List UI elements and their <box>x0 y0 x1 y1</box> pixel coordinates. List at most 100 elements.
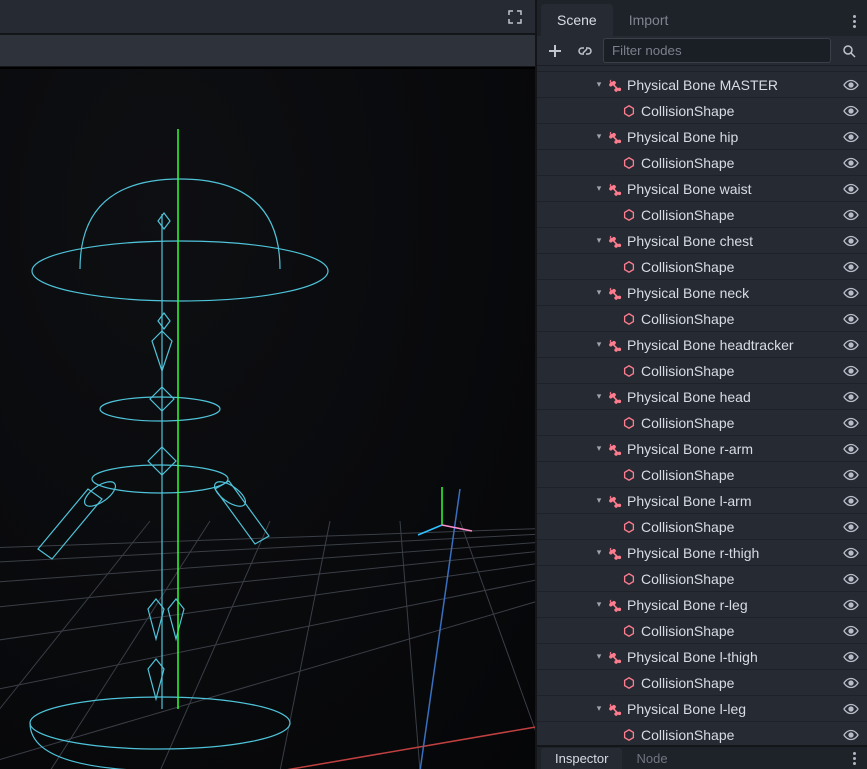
viewport-panel <box>0 0 535 769</box>
visibility-toggle-icon[interactable] <box>841 569 861 589</box>
tree-node-collision[interactable]: CollisionShape <box>537 150 867 176</box>
tree-node-bone[interactable]: ▾Physical Bone r-thigh <box>537 540 867 566</box>
collision-shape-icon <box>621 623 637 639</box>
tab-node[interactable]: Node <box>622 748 681 769</box>
expand-arrow-icon[interactable]: ▾ <box>593 547 605 559</box>
visibility-toggle-icon[interactable] <box>841 179 861 199</box>
expand-arrow-icon[interactable]: ▾ <box>593 339 605 351</box>
tree-node-bone[interactable]: ▾ Physical Bone neck <box>537 280 867 306</box>
tree-node-collision[interactable]: CollisionShape <box>537 618 867 644</box>
node-label: CollisionShape <box>641 259 841 275</box>
visibility-toggle-icon[interactable] <box>841 517 861 537</box>
node-label: Physical Bone waist <box>627 181 841 197</box>
link-node-icon[interactable] <box>573 39 597 63</box>
collision-shape-icon <box>621 675 637 691</box>
tree-node-bone[interactable]: ▾ Physical Bone head <box>537 384 867 410</box>
tree-node-collision[interactable]: CollisionShape <box>537 410 867 436</box>
visibility-toggle-icon[interactable] <box>841 153 861 173</box>
panel-menu-icon[interactable] <box>847 15 861 28</box>
visibility-toggle-icon[interactable] <box>841 127 861 147</box>
expand-arrow-icon[interactable]: ▾ <box>593 391 605 403</box>
visibility-toggle-icon[interactable] <box>841 621 861 641</box>
add-node-icon[interactable] <box>543 39 567 63</box>
viewport-top-toolbar <box>0 0 535 35</box>
scene-tree[interactable]: ▾robot▾Physical Bone MASTERCollisionShap… <box>537 66 867 745</box>
visibility-toggle-icon[interactable] <box>841 673 861 693</box>
tree-node-collision[interactable]: CollisionShape <box>537 566 867 592</box>
tree-node-bone[interactable]: ▾Physical Bone chest <box>537 228 867 254</box>
collision-shape-icon <box>621 259 637 275</box>
visibility-toggle-icon[interactable] <box>841 75 861 95</box>
visibility-toggle-icon[interactable] <box>841 725 861 745</box>
visibility-toggle-icon[interactable] <box>841 231 861 251</box>
visibility-toggle-icon[interactable] <box>841 647 861 667</box>
tree-node-collision[interactable]: CollisionShape <box>537 306 867 332</box>
visibility-toggle-icon[interactable] <box>841 283 861 303</box>
visibility-toggle-icon[interactable] <box>841 257 861 277</box>
visibility-toggle-icon[interactable] <box>841 465 861 485</box>
visibility-toggle-icon[interactable] <box>841 361 861 381</box>
node-label: CollisionShape <box>641 519 841 535</box>
expand-arrow-icon[interactable]: ▾ <box>593 183 605 195</box>
tree-node-collision[interactable]: CollisionShape <box>537 722 867 745</box>
visibility-toggle-icon[interactable] <box>841 387 861 407</box>
tree-node-bone[interactable]: ▾ Physical Bone headtracker <box>537 332 867 358</box>
visibility-toggle-icon[interactable] <box>841 309 861 329</box>
expand-arrow-icon[interactable]: ▾ <box>593 79 605 91</box>
tab-inspector[interactable]: Inspector <box>541 748 622 769</box>
expand-arrow-icon[interactable]: ▾ <box>593 495 605 507</box>
visibility-toggle-icon[interactable] <box>841 491 861 511</box>
tree-node-bone[interactable]: ▾Physical Bone l-arm <box>537 488 867 514</box>
expand-arrow-icon[interactable]: ▾ <box>593 287 605 299</box>
node-label: Physical Bone head <box>627 389 841 405</box>
tab-scene[interactable]: Scene <box>541 4 613 36</box>
expand-arrow-icon[interactable]: ▾ <box>593 131 605 143</box>
visibility-toggle-icon[interactable] <box>841 595 861 615</box>
bone-icon <box>607 181 623 197</box>
node-label: CollisionShape <box>641 727 841 743</box>
tree-node-collision[interactable]: CollisionShape <box>537 670 867 696</box>
tab-import[interactable]: Import <box>613 4 685 36</box>
visibility-toggle-icon[interactable] <box>841 439 861 459</box>
tree-node-collision[interactable]: CollisionShape <box>537 98 867 124</box>
inspector-menu-icon[interactable] <box>847 752 861 765</box>
expand-arrow-icon[interactable]: ▾ <box>593 235 605 247</box>
expand-arrow-icon[interactable]: ▾ <box>593 599 605 611</box>
3d-viewport[interactable] <box>0 67 535 769</box>
expand-arrow-icon[interactable]: ▾ <box>593 443 605 455</box>
tree-node-collision[interactable]: CollisionShape <box>537 202 867 228</box>
tree-node-bone[interactable]: ▾ Physical Bone l-leg <box>537 696 867 722</box>
node-label: CollisionShape <box>641 571 841 587</box>
visibility-toggle-icon[interactable] <box>841 205 861 225</box>
tree-node-bone[interactable]: ▾Physical Bone l-thigh <box>537 644 867 670</box>
fullscreen-icon[interactable] <box>503 5 527 29</box>
tree-node-bone[interactable]: ▾Physical Bone r-arm <box>537 436 867 462</box>
visibility-toggle-icon[interactable] <box>841 66 861 69</box>
bone-icon <box>607 285 623 301</box>
visibility-toggle-icon[interactable] <box>841 543 861 563</box>
tree-node-collision[interactable]: CollisionShape <box>537 254 867 280</box>
tree-node-bone[interactable]: ▾Physical Bone r-leg <box>537 592 867 618</box>
tree-node-collision[interactable]: CollisionShape <box>537 462 867 488</box>
inspector-tab-bar: Inspector Node <box>537 745 867 769</box>
node-label: Physical Bone neck <box>627 285 841 301</box>
tree-node-bone[interactable]: ▾Physical Bone MASTER <box>537 72 867 98</box>
bone-icon <box>607 597 623 613</box>
node-label: Physical Bone headtracker <box>627 337 841 353</box>
node-label: Physical Bone l-leg <box>627 701 841 717</box>
visibility-toggle-icon[interactable] <box>841 335 861 355</box>
visibility-toggle-icon[interactable] <box>841 101 861 121</box>
node-label: CollisionShape <box>641 363 841 379</box>
collision-shape-icon <box>621 727 637 743</box>
tree-node-collision[interactable]: CollisionShape <box>537 358 867 384</box>
tree-node-bone[interactable]: ▾Physical Bone hip <box>537 124 867 150</box>
tree-node-collision[interactable]: CollisionShape <box>537 514 867 540</box>
filter-nodes-input[interactable] <box>603 38 831 63</box>
expand-arrow-icon[interactable]: ▾ <box>593 651 605 663</box>
tree-node-bone[interactable]: ▾ Physical Bone waist <box>537 176 867 202</box>
visibility-toggle-icon[interactable] <box>841 699 861 719</box>
visibility-toggle-icon[interactable] <box>841 413 861 433</box>
expand-arrow-icon[interactable]: ▾ <box>593 703 605 715</box>
search-icon[interactable] <box>837 39 861 63</box>
collision-shape-icon <box>621 103 637 119</box>
